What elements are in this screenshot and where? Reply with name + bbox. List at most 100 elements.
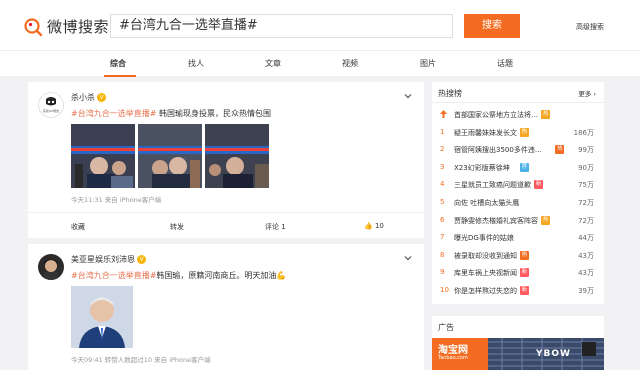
hot-item-title[interactable]: 首部国家公祭地方立法将… bbox=[454, 110, 538, 120]
ad-shirt-text: YBOW bbox=[536, 349, 571, 359]
hot-count: 99万 bbox=[578, 146, 594, 155]
active-tab-indicator bbox=[104, 75, 136, 77]
hot-tag-badge: 热 bbox=[519, 127, 529, 137]
hot-tag-badge: 热 bbox=[555, 145, 565, 155]
chevron-down-icon[interactable] bbox=[404, 92, 412, 100]
hot-rank: 5 bbox=[440, 198, 445, 206]
hot-tag-badge: 荐 bbox=[519, 162, 529, 172]
hot-count: 90万 bbox=[578, 163, 594, 172]
username[interactable]: 杀小杀 V bbox=[71, 92, 106, 103]
tab-articles[interactable]: 文章 bbox=[265, 58, 281, 69]
comment-button[interactable]: 评论 1 bbox=[265, 222, 286, 232]
avatar[interactable]: 东北CV局长 bbox=[38, 92, 64, 118]
tab-images[interactable]: 图片 bbox=[420, 58, 436, 69]
hot-item-title[interactable]: 三星就员工致癌问题道歉 bbox=[454, 180, 531, 190]
collect-button[interactable]: 收藏 bbox=[71, 222, 85, 232]
top-bar: 微博搜索 #台湾九合一选举直播# 搜索 高级搜索 bbox=[0, 0, 640, 50]
divider bbox=[432, 102, 604, 103]
hot-item-title[interactable]: X23幻彩版蔡徐坤 bbox=[454, 163, 510, 173]
hot-search-item[interactable]: 首部国家公祭地方立法将… 热 bbox=[432, 108, 604, 123]
pin-top-icon bbox=[440, 110, 447, 120]
tab-comprehensive[interactable]: 综合 bbox=[110, 58, 126, 69]
hot-search-item[interactable]: 5 向佐 吐槽向太猫头鹰 72万 bbox=[432, 196, 604, 211]
hot-search-item[interactable]: 3 X23幻彩版蔡徐坤荐 90万 bbox=[432, 161, 604, 176]
post-meta: 今天11:31 来自 iPhone客户端 bbox=[71, 196, 162, 204]
hot-tag-badge: 新 bbox=[519, 268, 529, 278]
hot-item-title[interactable]: 疑王雨馨妹妹发长文 bbox=[454, 128, 517, 138]
post-image[interactable] bbox=[71, 286, 133, 348]
hot-tag-badge: 新 bbox=[534, 180, 544, 190]
repost-button[interactable]: 转发 bbox=[170, 222, 184, 232]
ad-brand-sub: Taobao.com bbox=[438, 355, 468, 361]
topic-link[interactable]: #台湾九合一选举直播# bbox=[71, 271, 156, 280]
hot-tag-badge: 热 bbox=[541, 215, 551, 225]
hot-rank: 1 bbox=[440, 127, 445, 136]
hot-item-title[interactable]: 宿管阿姨搜出3500多件违… bbox=[454, 145, 542, 155]
username[interactable]: 美亚星娱乐刘沛恩 V bbox=[71, 254, 146, 265]
hot-search-panel: 热搜榜 更多 › 首部国家公祭地方立法将… 热 1 疑王雨馨妹妹发长文热 186万 2 宿管… bbox=[432, 82, 604, 304]
search-input[interactable]: #台湾九合一选举直播# bbox=[110, 14, 453, 38]
advanced-search-link[interactable]: 高级搜索 bbox=[576, 22, 604, 32]
ad-title: 广告 bbox=[438, 323, 454, 332]
tab-videos[interactable]: 视频 bbox=[342, 58, 358, 69]
hot-item-title[interactable]: 你是怎样熬过失恋的 bbox=[454, 286, 517, 296]
hot-search-item[interactable]: 9 库里车祸上央视新闻新 43万 bbox=[432, 266, 604, 281]
more-link[interactable]: 更多 › bbox=[578, 88, 596, 98]
hot-tag-badge: 新 bbox=[519, 286, 529, 295]
post-image[interactable] bbox=[138, 124, 202, 188]
hot-item-title[interactable]: 曝光DG事件的姑娘 bbox=[454, 233, 514, 243]
post-image[interactable] bbox=[71, 124, 135, 188]
username-text: 美亚星娱乐刘沛恩 bbox=[71, 255, 135, 264]
hot-item-title[interactable]: 向佐 吐槽向太猫头鹰 bbox=[454, 198, 519, 208]
hot-search-item[interactable]: 4 三星就员工致癌问题道歉新 75万 bbox=[432, 178, 604, 193]
topic-link[interactable]: #台湾九合一选举直播# bbox=[71, 109, 156, 118]
post-body: 韩国瑜现身投票，民众热情包围 bbox=[156, 109, 271, 118]
hot-search-item[interactable]: 1 疑王雨馨妹妹发长文热 186万 bbox=[432, 126, 604, 141]
ad-brand: 淘宝网 bbox=[438, 345, 468, 356]
post-text: #台湾九合一选举直播# 韩国瑜现身投票，民众热情包围 bbox=[71, 108, 271, 119]
username-text: 杀小杀 bbox=[71, 93, 95, 102]
thumbs-up-icon: 👍 bbox=[364, 222, 373, 230]
verified-badge-icon: V bbox=[97, 93, 106, 102]
hot-count: 39万 bbox=[578, 287, 594, 295]
like-button[interactable]: 👍 10 bbox=[364, 222, 384, 230]
avatar[interactable] bbox=[38, 254, 64, 280]
post-card: 东北CV局长 杀小杀V #台湾九合一选举直播# 韩国瑜现身投票，民众热情包围 bbox=[28, 82, 424, 238]
ad-panel: 广告 淘宝网 Taobao.com YBOW bbox=[432, 316, 604, 370]
hot-search-item[interactable]: 6 贾静雯修杰楷婚礼宾客阵容热 72万 bbox=[432, 214, 604, 229]
hot-count: 43万 bbox=[578, 269, 594, 278]
hot-rank: 6 bbox=[440, 215, 445, 224]
hot-search-item[interactable]: 7 曝光DG事件的姑娘 44万 bbox=[432, 231, 604, 246]
hot-count: 72万 bbox=[578, 216, 594, 225]
hot-item-title[interactable]: 被录取却没收到通知 bbox=[454, 251, 517, 261]
hot-search-item[interactable]: 8 被录取却没收到通知热 43万 bbox=[432, 249, 604, 264]
hot-search-item[interactable]: 10 你是怎样熬过失恋的新 39万 bbox=[432, 284, 604, 299]
hot-rank: 3 bbox=[440, 162, 445, 171]
hot-item-title[interactable]: 库里车祸上央视新闻 bbox=[454, 268, 517, 278]
weibo-search-logo[interactable]: 微博搜索 bbox=[24, 16, 109, 37]
search-tabs: 综合 找人 文章 视频 图片 话题 bbox=[0, 50, 640, 77]
hot-rank: 8 bbox=[440, 250, 445, 259]
post-body: 韩国瑜，原籍河南商丘。明天加油💪 bbox=[156, 271, 287, 280]
search-button[interactable]: 搜索 bbox=[464, 14, 520, 38]
chevron-down-icon[interactable] bbox=[404, 254, 412, 262]
svg-text:东北CV局长: 东北CV局长 bbox=[43, 108, 59, 113]
hot-count: 43万 bbox=[578, 251, 594, 260]
hot-count: 75万 bbox=[578, 181, 594, 190]
tab-people[interactable]: 找人 bbox=[188, 58, 204, 69]
hot-search-item[interactable]: 2 宿管阿姨搜出3500多件违… 热 99万 bbox=[432, 143, 604, 158]
post-image[interactable] bbox=[205, 124, 269, 188]
post-card: 美亚星娱乐刘沛恩 V #台湾九合一选举直播#韩国瑜，原籍河南商丘。明天加油💪 今天… bbox=[28, 244, 424, 370]
hot-count: 44万 bbox=[578, 234, 594, 243]
hot-rank: 7 bbox=[440, 233, 445, 242]
hot-count: 186万 bbox=[573, 128, 594, 137]
hot-item-title[interactable]: 贾静雯修杰楷婚礼宾客阵容 bbox=[454, 216, 538, 226]
hot-rank: 2 bbox=[440, 145, 445, 154]
tab-topics[interactable]: 话题 bbox=[497, 58, 513, 69]
post-meta: 今天09:41 转赞人数超过10 来自 iPhone客户端 bbox=[71, 356, 211, 364]
post-text: #台湾九合一选举直播#韩国瑜，原籍河南商丘。明天加油💪 bbox=[71, 270, 286, 281]
like-count: 10 bbox=[374, 222, 384, 230]
ad-banner[interactable]: 淘宝网 Taobao.com YBOW bbox=[432, 338, 604, 370]
hot-rank: 9 bbox=[440, 268, 445, 277]
post-actions: 收藏 转发 评论 1 👍 10 bbox=[28, 212, 424, 238]
